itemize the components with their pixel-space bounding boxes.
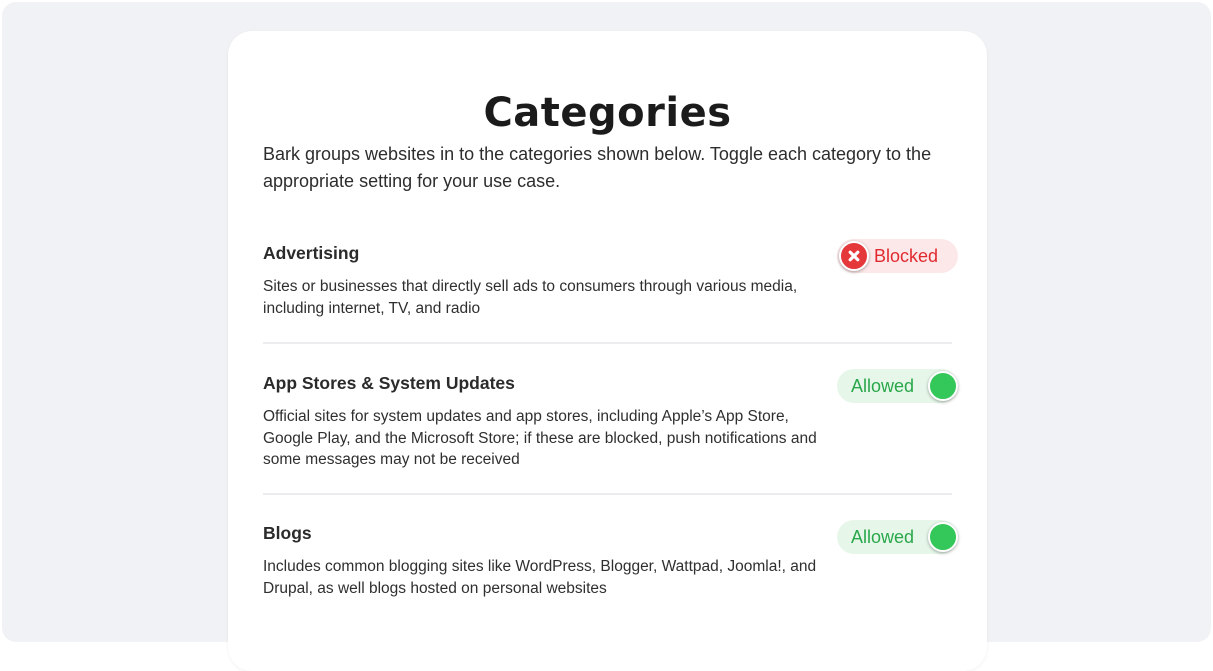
category-description: Official sites for system updates and ap… — [263, 408, 817, 468]
toggle-status-label: Allowed — [851, 376, 915, 396]
toggle-status-label: Allowed — [851, 527, 915, 547]
blogs-toggle[interactable]: Allowed — [837, 520, 958, 554]
toggle-knob-icon — [928, 522, 958, 552]
page-title: Categories — [483, 90, 732, 136]
x-circle-icon — [839, 241, 869, 271]
divider — [263, 493, 952, 495]
category-name: App Stores & System Updates — [263, 373, 515, 393]
divider — [263, 342, 952, 344]
categories-card: Categories Bark groups websites in to th… — [228, 31, 987, 671]
category-name: Blogs — [263, 523, 312, 543]
toggle-status-label: Blocked — [874, 246, 939, 266]
category-name: Advertising — [263, 243, 360, 263]
category-description: Sites or businesses that directly sell a… — [263, 278, 798, 317]
advertising-toggle[interactable]: Blocked — [837, 239, 958, 273]
toggle-knob-icon — [928, 371, 958, 401]
intro-text: Bark groups websites in to the categorie… — [263, 144, 932, 191]
category-description: Includes common blogging sites like Word… — [263, 558, 817, 597]
app-stores-toggle[interactable]: Allowed — [837, 369, 958, 403]
